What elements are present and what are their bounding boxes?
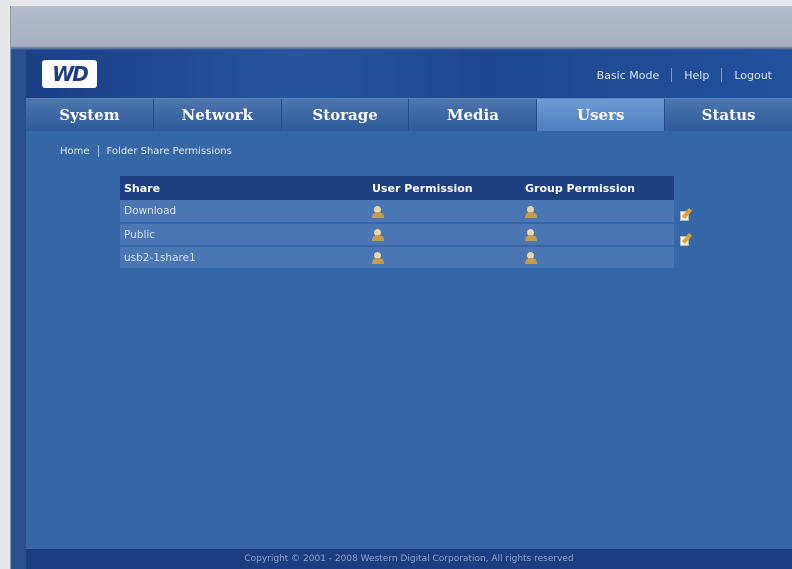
breadcrumb: Home Folder Share Permissions <box>60 145 232 157</box>
wd-logo: WD <box>42 60 97 88</box>
group-permission-cell <box>521 200 674 224</box>
tab-users[interactable]: Users <box>537 99 666 131</box>
share-name: usb2-1share1 <box>120 246 368 270</box>
table-header-row: Share User Permission Group Permission <box>120 176 674 200</box>
content-area: Home Folder Share Permissions Share User… <box>26 131 792 549</box>
header-divider <box>671 68 673 82</box>
column-header-group-permission: Group Permission <box>521 176 674 200</box>
copyright-text: Copyright © 2001 - 2008 Western Digital … <box>244 554 574 564</box>
column-header-user-permission: User Permission <box>368 176 521 200</box>
breadcrumb-divider <box>97 145 99 157</box>
user-icon[interactable] <box>372 205 384 218</box>
tab-system[interactable]: System <box>26 99 154 131</box>
share-name: Public <box>120 223 368 247</box>
user-icon[interactable] <box>525 229 537 241</box>
logout-link[interactable]: Logout <box>734 69 772 82</box>
group-permission-cell <box>521 246 674 270</box>
breadcrumb-current: Folder Share Permissions <box>106 145 232 157</box>
table-row: Public <box>120 223 674 247</box>
user-icon[interactable] <box>372 229 384 241</box>
user-permission-cell <box>368 246 521 270</box>
breadcrumb-home-link[interactable]: Home <box>60 146 90 157</box>
table-row: usb2-1share1 <box>120 246 674 270</box>
group-permission-cell <box>521 223 674 247</box>
header-links: Basic Mode Help Logout <box>597 68 772 82</box>
user-permission-cell <box>368 200 521 224</box>
tab-storage[interactable]: Storage <box>281 99 410 131</box>
user-permission-cell <box>368 223 521 247</box>
share-name: Download <box>120 200 368 224</box>
edit-icon[interactable] <box>680 208 693 221</box>
help-link[interactable]: Help <box>684 69 709 82</box>
column-header-share: Share <box>120 176 368 200</box>
main-tabs: System Network Storage Media Users Statu… <box>26 98 792 131</box>
permissions-table: Share User Permission Group Permission D… <box>120 176 674 270</box>
user-icon[interactable] <box>525 252 537 264</box>
tab-network[interactable]: Network <box>153 99 282 131</box>
tab-media[interactable]: Media <box>409 99 538 131</box>
tab-status[interactable]: Status <box>665 99 792 131</box>
edit-icon[interactable] <box>680 233 693 246</box>
table-row: Download <box>120 200 674 224</box>
footer: Copyright © 2001 - 2008 Western Digital … <box>26 549 792 569</box>
header-bar: WD Basic Mode Help Logout <box>26 50 792 98</box>
header-divider <box>721 68 723 82</box>
basic-mode-link[interactable]: Basic Mode <box>597 69 660 82</box>
user-icon[interactable] <box>372 252 384 264</box>
user-icon[interactable] <box>525 205 537 218</box>
